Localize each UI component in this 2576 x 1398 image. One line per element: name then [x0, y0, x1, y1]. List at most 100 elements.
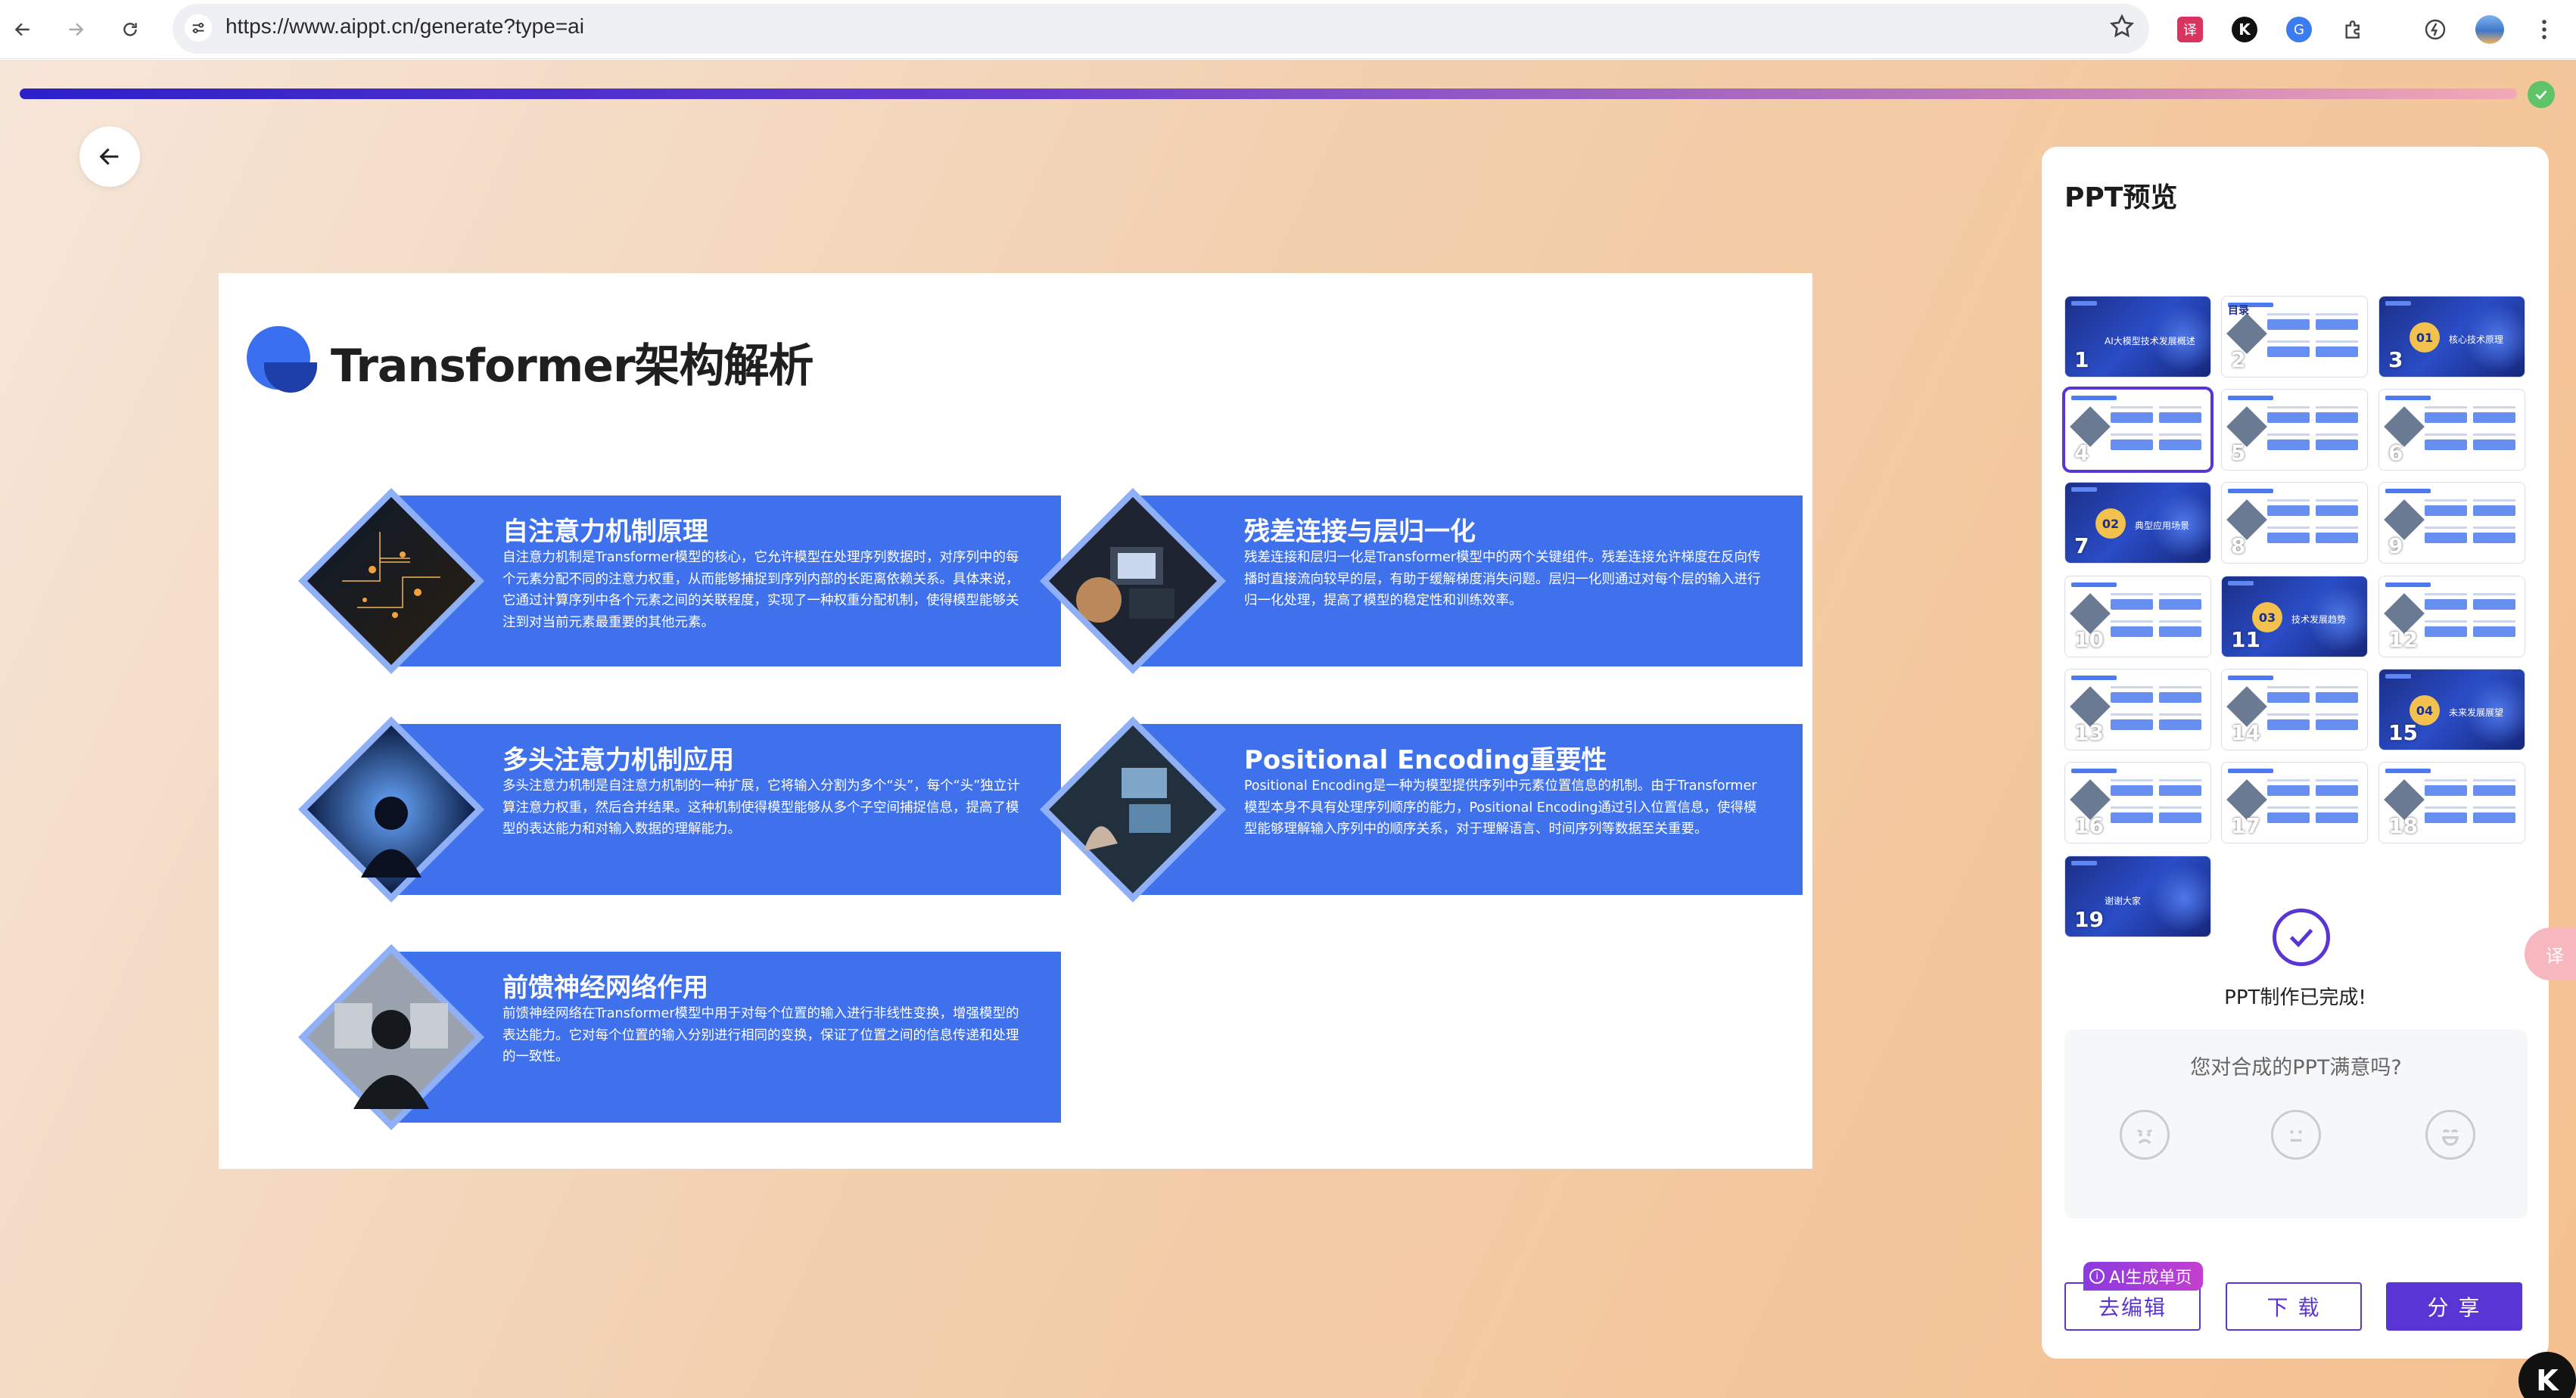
thumb-header: [2228, 489, 2273, 493]
thumb-block: [2425, 812, 2467, 823]
thumb-line: [2316, 433, 2358, 436]
page-content: Transformer架构解析 自注意力机制原理 自注意力机制是Transfor…: [0, 60, 2576, 1398]
slide-thumbnail[interactable]: 10: [2064, 576, 2211, 657]
thumb-block: [2111, 626, 2153, 637]
slide-thumbnail[interactable]: 16: [2064, 762, 2211, 843]
thumb-caption: 典型应用场景: [2135, 520, 2190, 531]
download-button[interactable]: 下 载: [2226, 1282, 2362, 1331]
slide-thumbnail[interactable]: 18: [2378, 762, 2525, 843]
slide-thumbnail[interactable]: 4: [2062, 387, 2214, 473]
thumb-line: [2111, 593, 2153, 595]
puzzle-icon[interactable]: [2337, 13, 2370, 46]
slide-title: Transformer架构解析: [331, 340, 814, 393]
thumb-line: [2316, 313, 2358, 315]
thumb-line: [2111, 620, 2153, 623]
thumb-block: [2267, 812, 2310, 823]
menu-dots-icon[interactable]: [2528, 13, 2561, 46]
thumb-badge: 02: [2095, 508, 2126, 539]
neutral-face-icon[interactable]: [2271, 1110, 2321, 1160]
address-bar[interactable]: https://www.aippt.cn/generate?type=ai: [173, 4, 2149, 54]
g-extension-icon[interactable]: G: [2282, 13, 2316, 46]
thumb-number: 5: [2231, 440, 2246, 465]
angry-face-icon[interactable]: [2120, 1110, 2170, 1160]
reload-icon[interactable]: [114, 13, 147, 46]
slide-thumbnail[interactable]: 9: [2378, 482, 2525, 564]
thumb-caption: 目录: [2228, 305, 2249, 317]
slide-thumbnail[interactable]: 04 未来发展展望 15: [2378, 669, 2525, 750]
ppt-preview-panel: PPT预览 AI大模型技术发展概述 1 目录 2 01 核心技术原理 3 4 5 6 02 典型应用场…: [2042, 147, 2549, 1359]
thumb-number: 2: [2231, 347, 2246, 372]
thumb-line: [2111, 686, 2153, 688]
star-icon[interactable]: [2108, 13, 2136, 43]
thumb-number: 13: [2074, 720, 2104, 745]
forward-nav-icon[interactable]: [59, 13, 92, 46]
thumb-header: [2071, 582, 2117, 587]
thumb-header: [2385, 489, 2431, 493]
thumb-number: 17: [2231, 813, 2260, 838]
card-image-person-network: [298, 716, 484, 902]
thumb-line: [2267, 686, 2310, 688]
thumb-line: [2316, 806, 2358, 809]
thumb-line: [2316, 779, 2358, 781]
thumb-block: [2159, 692, 2201, 703]
thumb-line: [2425, 527, 2467, 529]
thumb-header: [2071, 301, 2097, 306]
back-button[interactable]: [79, 126, 140, 187]
slide-thumbnail[interactable]: 14: [2221, 669, 2368, 750]
thumb-caption: AI大模型技术发展概述: [2105, 336, 2195, 346]
k-extension-icon[interactable]: K: [2228, 13, 2261, 46]
performance-icon[interactable]: [2419, 13, 2452, 46]
slide-thumbnail[interactable]: 5: [2221, 389, 2368, 471]
thumb-block: [2159, 626, 2201, 637]
card-image-camera: [1040, 488, 1226, 674]
thumb-line: [2267, 779, 2310, 781]
tune-icon[interactable]: [185, 14, 212, 42]
thumb-line: [2111, 406, 2153, 409]
url-text[interactable]: https://www.aippt.cn/generate?type=ai: [226, 14, 584, 39]
thumb-number: 12: [2388, 627, 2418, 652]
thumb-block: [2159, 812, 2201, 823]
happy-face-icon[interactable]: [2425, 1110, 2475, 1160]
thumb-block: [2111, 812, 2153, 823]
thumb-block: [2159, 785, 2201, 796]
thumb-block: [2111, 719, 2153, 730]
thumb-header: [2385, 301, 2411, 306]
card-title: 多头注意力机制应用: [502, 745, 734, 775]
thumb-line: [2473, 779, 2515, 781]
slide-thumbnail[interactable]: AI大模型技术发展概述 1: [2064, 296, 2211, 377]
thumb-caption: 谢谢大家: [2105, 896, 2142, 906]
thumb-line: [2159, 406, 2201, 409]
panel-title: PPT预览: [2064, 182, 2178, 213]
slide-thumbnail[interactable]: 12: [2378, 576, 2525, 657]
slide-card: Positional Encoding重要性 Positional Encodi…: [1038, 716, 1803, 902]
profile-avatar[interactable]: [2473, 13, 2506, 46]
thumb-block: [2159, 719, 2201, 730]
slide-thumbnail[interactable]: 13: [2064, 669, 2211, 750]
back-nav-icon[interactable]: [6, 13, 39, 46]
browser-toolbar: https://www.aippt.cn/generate?type=ai 译 …: [0, 0, 2576, 59]
thumb-block: [2316, 412, 2358, 423]
slide-thumbnail[interactable]: 01 核心技术原理 3: [2378, 296, 2525, 377]
thumb-block: [2473, 785, 2515, 796]
slide-thumbnail[interactable]: 17: [2221, 762, 2368, 843]
thumb-line: [2111, 433, 2153, 436]
thumb-line: [2425, 806, 2467, 809]
share-button[interactable]: 分 享: [2386, 1282, 2522, 1331]
slide-thumbnail[interactable]: 03 技术发展趋势 11: [2221, 576, 2368, 657]
thumb-block: [2111, 440, 2153, 450]
ai-single-page-tag[interactable]: i AI生成单页: [2083, 1262, 2203, 1291]
slide-thumbnail[interactable]: 谢谢大家 19: [2064, 856, 2211, 937]
slide-thumbnail[interactable]: 8: [2221, 482, 2368, 564]
slide-thumbnail[interactable]: 02 典型应用场景 7: [2064, 482, 2211, 564]
check-circle-icon: [2273, 909, 2330, 966]
slide-thumbnail[interactable]: 目录 2: [2221, 296, 2368, 377]
thumb-number: 4: [2074, 440, 2089, 465]
thumb-line: [2425, 620, 2467, 623]
slide-thumbnail[interactable]: 6: [2378, 389, 2525, 471]
corner-logo[interactable]: K: [2518, 1352, 2576, 1398]
translate-extension-icon[interactable]: 译: [2173, 13, 2207, 46]
translate-float-icon[interactable]: 译: [2525, 927, 2576, 980]
card-title: 自注意力机制原理: [502, 517, 708, 547]
slide-card: 前馈神经网络作用 前馈神经网络在Transformer模型中用于对每个位置的输入…: [297, 944, 1061, 1130]
thumb-block: [2425, 785, 2467, 796]
